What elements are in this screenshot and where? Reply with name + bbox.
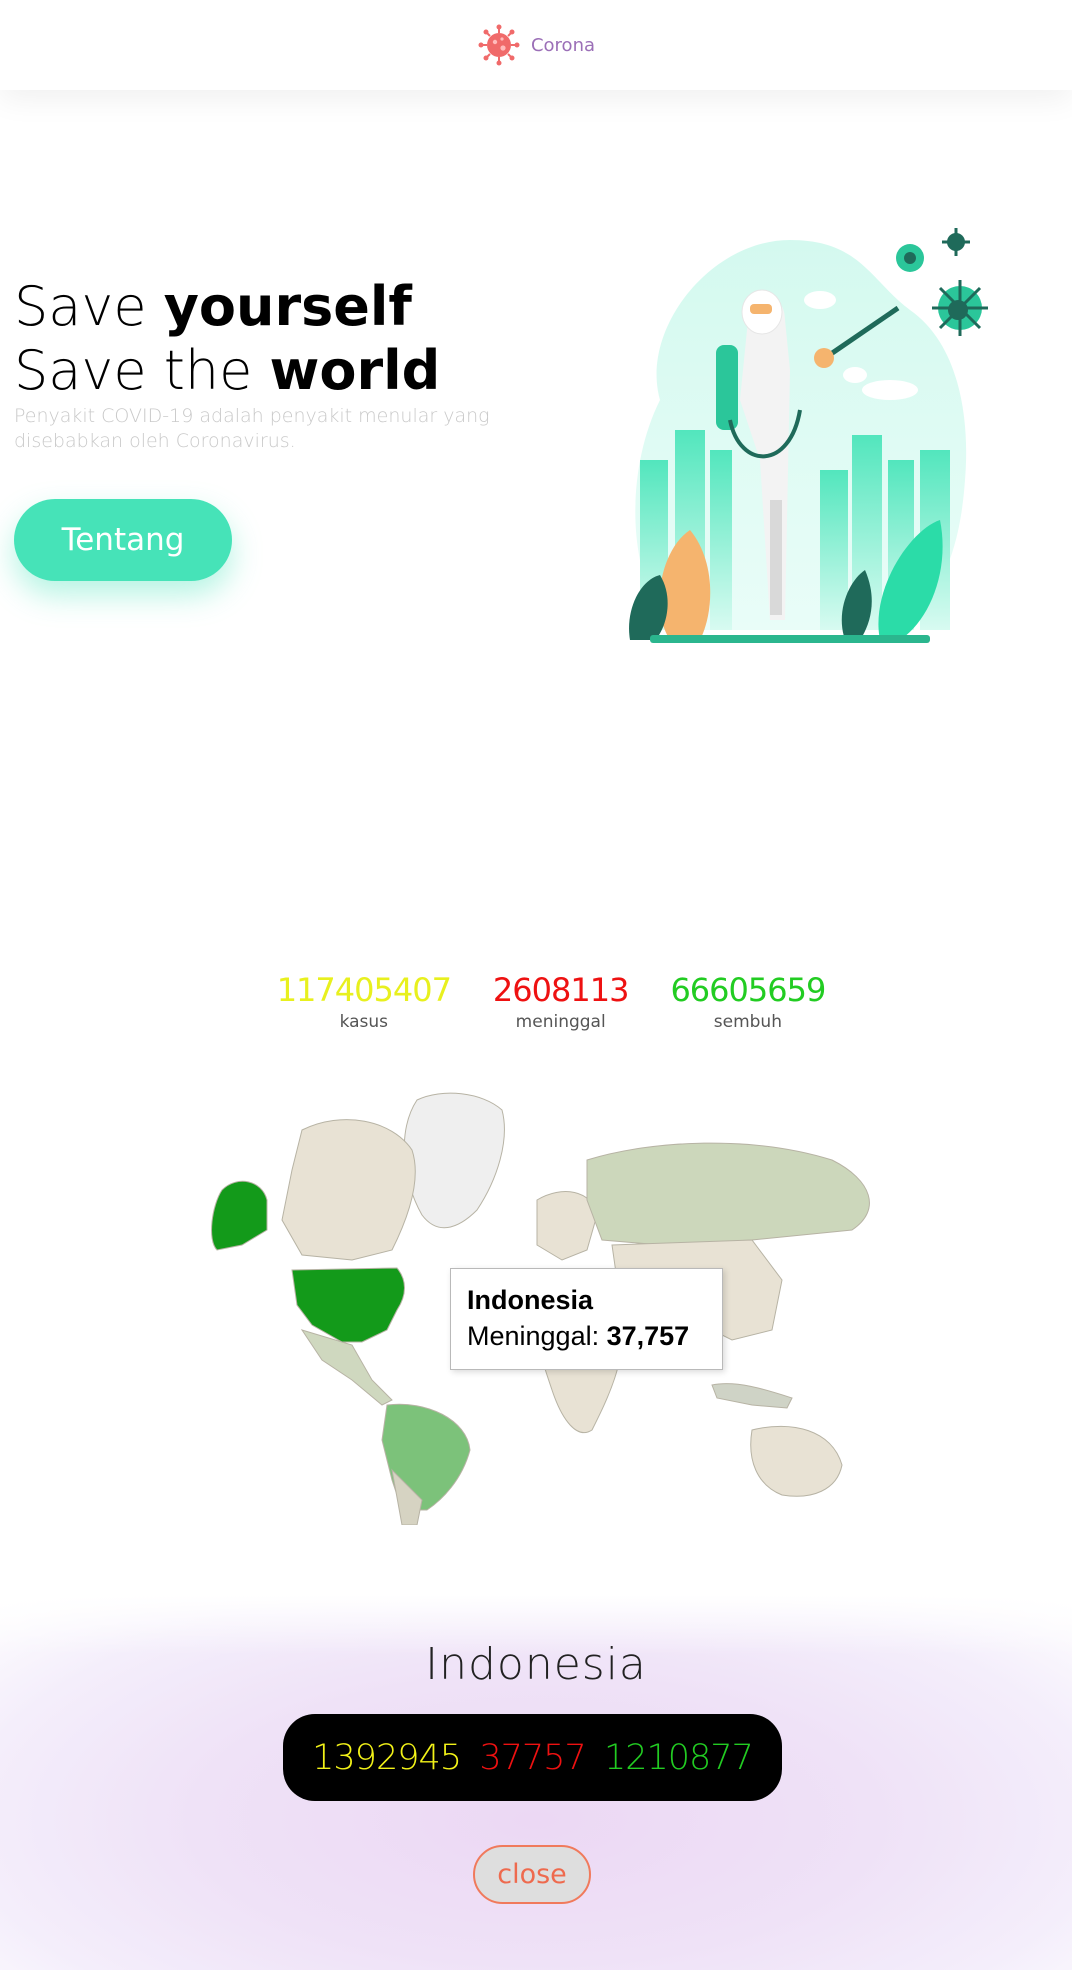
page: Corona Save yourself Save the world Peny… bbox=[0, 0, 1072, 1970]
stat-deaths-value: 2608113 bbox=[492, 971, 630, 1009]
country-recovered: 1210877 bbox=[603, 1737, 754, 1778]
tooltip-country: Indonesia bbox=[467, 1285, 594, 1315]
health-worker-illustration bbox=[629, 228, 988, 643]
hero-description: Penyakit COVID-19 adalah penyakit menula… bbox=[14, 405, 490, 452]
hero-line-1: Save yourself bbox=[14, 275, 412, 338]
hero-line-2: Save the world bbox=[14, 339, 441, 402]
country-name: Indonesia bbox=[425, 1639, 647, 1690]
map-tooltip: Indonesia Meninggal: 37,757 bbox=[450, 1268, 723, 1370]
navbar: Corona bbox=[0, 0, 1072, 90]
country-detail-panel: Indonesia 1392945 37757 1210877 close bbox=[0, 1595, 1072, 1970]
map-region-greenland bbox=[403, 1092, 505, 1229]
virus-icon bbox=[478, 24, 520, 66]
map-region-canada bbox=[281, 1119, 416, 1261]
map-region-usa bbox=[291, 1267, 405, 1343]
map-region-brazil bbox=[381, 1403, 471, 1511]
map-region-alaska bbox=[211, 1180, 268, 1251]
stat-cases: 117405407 kasus bbox=[276, 970, 452, 1032]
stat-deaths-label: meninggal bbox=[515, 1012, 606, 1032]
map-region-australia bbox=[750, 1425, 843, 1497]
country-cases: 1392945 bbox=[312, 1737, 462, 1778]
close-button[interactable]: close bbox=[473, 1845, 591, 1904]
stat-cases-value: 117405407 bbox=[276, 971, 452, 1009]
stat-deaths: 2608113 meninggal bbox=[492, 970, 630, 1032]
brand-link[interactable]: Corona bbox=[531, 35, 595, 56]
tooltip-deaths: Meninggal: 37,757 bbox=[467, 1321, 690, 1351]
map-region-indonesia bbox=[711, 1383, 793, 1409]
stat-recovered-label: sembuh bbox=[713, 1012, 782, 1032]
stat-cases-label: kasus bbox=[339, 1012, 389, 1032]
stat-recovered: 66605659 sembuh bbox=[670, 970, 826, 1032]
map-region-russia bbox=[586, 1142, 870, 1246]
country-stats-pill: 1392945 37757 1210877 bbox=[283, 1714, 782, 1801]
stat-recovered-value: 66605659 bbox=[670, 971, 826, 1009]
tentang-button[interactable]: Tentang bbox=[14, 499, 232, 581]
hero-title: Save yourself Save the world bbox=[14, 275, 440, 403]
country-deaths: 37757 bbox=[479, 1737, 586, 1778]
global-stats: 117405407 kasus 2608113 meninggal 666056… bbox=[0, 970, 1072, 1032]
